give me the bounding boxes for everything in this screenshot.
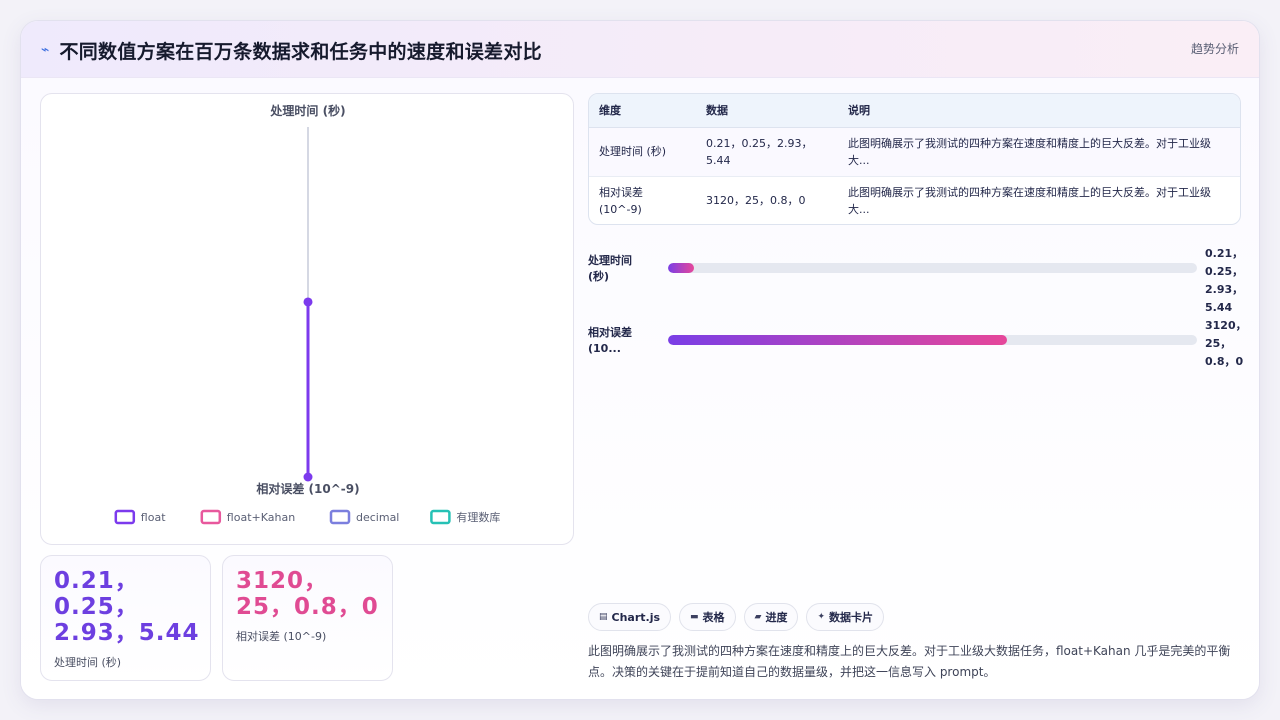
stat-card-error: 3120，25，0.8，0 相对误差 (10^-9) xyxy=(222,555,393,681)
legend-label: decimal xyxy=(356,511,399,524)
radar-chart: 处理时间 (秒) 相对误差 (10^-9) float float+Kahan deci… xyxy=(114,103,500,525)
progress-track-time xyxy=(668,263,1197,273)
chip-data-cards[interactable]: ✦ 数据卡片 xyxy=(806,603,885,631)
radar-point xyxy=(303,297,313,307)
chip-label: 数据卡片 xyxy=(829,611,874,624)
table-header-row: 维度 数据 说明 xyxy=(589,94,1240,128)
legend-swatch xyxy=(329,509,351,525)
progress-label-error: 相对误差 (10... xyxy=(588,326,632,355)
radar-axis-label: 处理时间 (秒) xyxy=(269,103,345,118)
table-icon: ▬ xyxy=(690,612,699,622)
legend-swatch xyxy=(200,509,222,525)
progress-fill-error xyxy=(668,335,1007,345)
stat-value-error: 3120，25，0.8，0 xyxy=(236,568,379,620)
dashboard-card: ⌁ 不同数值方案在百万条数据求和任务中的速度和误差对比 趋势分析 处理时间 (秒… xyxy=(20,20,1260,700)
progress-track-error xyxy=(668,335,1197,345)
chip-chartjs[interactable]: ▤ Chart.js xyxy=(588,603,672,631)
view-chips: ▤ Chart.js ▬ 表格 ▰ 进度 ✦ 数据卡片 xyxy=(588,603,885,631)
radar-axis-label: 相对误差 (10^-9) xyxy=(256,481,359,496)
table-cell-data: 0.21，0.25，2.93，5.44 xyxy=(696,127,838,177)
sparkle-icon: ✦ xyxy=(817,612,826,622)
trend-analysis-link[interactable]: 趋势分析 xyxy=(1191,40,1239,57)
chip-label: 进度 xyxy=(765,611,788,624)
table-row: 相对误差 (10^-9) 3120，25，0.8，0 此图明确展示了我测试的四种… xyxy=(589,176,1240,224)
page-title: 不同数值方案在百万条数据求和任务中的速度和误差对比 xyxy=(59,40,542,63)
chip-progress[interactable]: ▰ 进度 xyxy=(743,603,799,631)
table-cell-dim: 处理时间 (秒) xyxy=(589,127,696,177)
progress-label-time: 处理时间 (秒) xyxy=(588,254,632,283)
stat-card-time: 0.21，0.25，2.93，5.44 处理时间 (秒) xyxy=(40,555,211,681)
progress-value-time: 0.21，0.25，2.93，5.44 xyxy=(1205,247,1244,314)
chip-label: Chart.js xyxy=(611,610,661,624)
chip-label: 表格 xyxy=(702,611,725,624)
stat-value-time: 0.21，0.25，2.93，5.44 xyxy=(54,568,200,646)
progress-icon: ▰ xyxy=(754,612,762,622)
table-header-dim: 维度 xyxy=(589,94,696,128)
chip-table[interactable]: ▬ 表格 xyxy=(679,603,736,631)
legend-swatch xyxy=(114,509,136,525)
legend-label: float+Kahan xyxy=(227,511,295,524)
progress-value-error: 3120，25，0.8，0 xyxy=(1205,319,1247,368)
radar-point xyxy=(303,472,313,482)
progress-fill-time xyxy=(668,263,695,273)
table-row: 处理时间 (秒) 0.21，0.25，2.93，5.44 此图明确展示了我测试的… xyxy=(589,127,1240,177)
table-header-desc: 说明 xyxy=(838,94,1240,128)
stat-label-error: 相对误差 (10^-9) xyxy=(236,630,327,643)
data-table: 维度 数据 说明 处理时间 (秒) 0.21，0.25，2.93，5.44 此图… xyxy=(588,93,1241,225)
stat-label-time: 处理时间 (秒) xyxy=(54,656,122,669)
summary-note: 此图明确展示了我测试的四种方案在速度和精度上的巨大反差。对于工业级大数据任务，f… xyxy=(588,644,1231,679)
table-cell-desc: 此图明确展示了我测试的四种方案在速度和精度上的巨大反差。对于工业级大... xyxy=(848,185,1211,216)
header-bar: ⌁ 不同数值方案在百万条数据求和任务中的速度和误差对比 趋势分析 xyxy=(21,21,1259,78)
chart-icon: ▤ xyxy=(599,612,608,622)
legend-label: float xyxy=(141,511,166,524)
table-cell-dim: 相对误差 (10^-9) xyxy=(599,185,643,216)
legend-swatch xyxy=(430,509,451,525)
table-header-data: 数据 xyxy=(696,94,838,128)
title-group: ⌁ 不同数值方案在百万条数据求和任务中的速度和误差对比 xyxy=(41,37,542,63)
table-cell-desc: 此图明确展示了我测试的四种方案在速度和精度上的巨大反差。对于工业级大... xyxy=(838,127,1240,177)
table-cell-data: 3120，25，0.8，0 xyxy=(706,194,806,208)
trend-line-icon: ⌁ xyxy=(41,42,50,58)
legend-label: 有理数库 xyxy=(456,510,500,524)
radar-chart-panel: 处理时间 (秒) 相对误差 (10^-9) float float+Kahan deci… xyxy=(40,93,574,545)
